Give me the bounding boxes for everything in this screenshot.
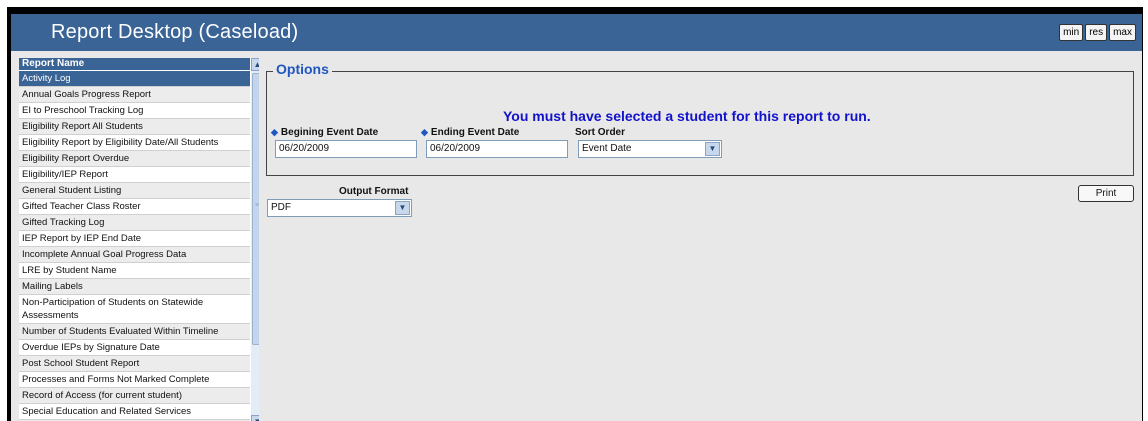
end-date-input[interactable]: 06/20/2009 (426, 140, 568, 158)
required-bullet-icon: ◆ (421, 127, 428, 137)
maximize-button[interactable]: max (1109, 24, 1136, 41)
report-list-item[interactable]: Processes and Forms Not Marked Complete (19, 372, 250, 388)
report-desktop-window: Report Desktop (Caseload) min res max Re… (11, 14, 1142, 421)
report-list: Activity Log Annual Goals Progress Report… (19, 71, 250, 421)
report-list-item[interactable]: Record of Access (for current student) (19, 388, 250, 404)
sort-order-label: Sort Order (575, 127, 626, 138)
report-list-item[interactable]: Eligibility Report Overdue (19, 151, 250, 167)
report-list-item[interactable]: EI to Preschool Tracking Log (19, 103, 250, 119)
report-list-item[interactable]: Special Education and Related Services (19, 404, 250, 420)
report-list-item[interactable]: Post School Student Report (19, 356, 250, 372)
student-required-message: You must have selected a student for thi… (503, 108, 871, 124)
report-list-item[interactable]: Non-Participation of Students on Statewi… (19, 295, 250, 324)
output-format-select[interactable]: PDF ▼ (267, 199, 412, 217)
report-list-panel: Report Name Activity Log Annual Goals Pro… (19, 58, 259, 421)
report-list-item[interactable]: Number of Students Evaluated Within Time… (19, 324, 250, 340)
report-list-item[interactable]: IEP Report by IEP End Date (19, 231, 250, 247)
chevron-down-icon[interactable]: ▼ (395, 201, 410, 215)
scroll-grip-icon: ≡ (255, 202, 259, 209)
restore-button[interactable]: res (1085, 24, 1108, 41)
report-list-item[interactable]: Gifted Tracking Log (19, 215, 250, 231)
report-list-item[interactable]: Activity Log (19, 71, 250, 87)
window-controls: min res max (1059, 24, 1136, 41)
begin-date-label-text: Begining Event Date (280, 127, 379, 138)
begin-date-input[interactable]: 06/20/2009 (275, 140, 417, 158)
chevron-down-icon[interactable]: ▼ (705, 142, 720, 156)
report-list-scrollbar[interactable]: ▲ ≡ ▼ (251, 58, 259, 421)
report-list-item[interactable]: Annual Goals Progress Report (19, 87, 250, 103)
output-format-label: Output Format (339, 186, 409, 197)
report-list-item[interactable]: Gifted Teacher Class Roster (19, 199, 250, 215)
report-list-item[interactable]: Mailing Labels (19, 279, 250, 295)
window-title: Report Desktop (Caseload) (51, 21, 299, 43)
scroll-thumb[interactable]: ≡ (252, 73, 259, 345)
minimize-button[interactable]: min (1059, 24, 1084, 41)
title-bar: Report Desktop (Caseload) min res max (11, 14, 1142, 51)
sort-order-value: Event Date (582, 143, 632, 154)
end-date-label-text: Ending Event Date (430, 127, 520, 138)
end-date-label: ◆ Ending Event Date (421, 127, 519, 138)
report-list-item[interactable]: Eligibility/IEP Report (19, 167, 250, 183)
begin-date-label: ◆ Begining Event Date (271, 127, 378, 138)
sort-order-select[interactable]: Event Date ▼ (578, 140, 722, 158)
report-list-item[interactable]: Overdue IEPs by Signature Date (19, 340, 250, 356)
print-button[interactable]: Print (1078, 185, 1134, 202)
report-list-item[interactable]: Eligibility Report All Students (19, 119, 250, 135)
output-format-value: PDF (271, 202, 291, 213)
scroll-up-icon[interactable]: ▲ (251, 58, 259, 71)
report-list-item[interactable]: LRE by Student Name (19, 263, 250, 279)
required-bullet-icon: ◆ (271, 127, 278, 137)
report-list-item[interactable]: Eligibility Report by Eligibility Date/A… (19, 135, 250, 151)
options-legend: Options (273, 61, 332, 77)
report-list-item[interactable]: General Student Listing (19, 183, 250, 199)
scroll-down-icon[interactable]: ▼ (251, 415, 259, 421)
report-list-item[interactable]: Incomplete Annual Goal Progress Data (19, 247, 250, 263)
report-list-header: Report Name (19, 58, 250, 70)
